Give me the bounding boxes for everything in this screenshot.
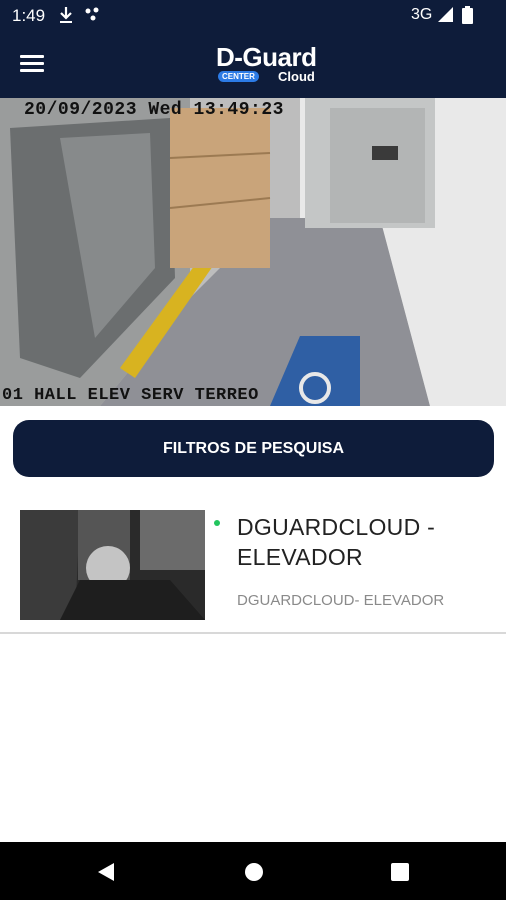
camera-osd-label: 01 HALL ELEV SERV TERREO [2,386,259,405]
status-bar: 1:49 3G [0,0,506,32]
system-nav-bar [0,842,506,900]
search-filters-button[interactable]: FILTROS DE PESQUISA [13,420,494,477]
signal-icon [437,6,454,28]
status-time: 1:49 [12,6,46,25]
hamburger-menu-icon[interactable] [20,52,50,78]
notification-dots-icon [84,6,102,29]
battery-icon [462,6,473,29]
logo-cloud-text: Cloud [278,69,315,84]
camera-scene-image [0,98,506,406]
online-status-dot [214,520,220,526]
camera-title: DGUARDCLOUD - ELEVADOR [237,514,436,570]
download-icon [58,6,74,29]
back-icon[interactable] [96,862,116,887]
list-item[interactable]: DGUARDCLOUD - ELEVADOR DGUARDCLOUD- ELEV… [0,498,506,634]
camera-osd-datetime: 20/09/2023 Wed 13:49:23 [24,100,284,120]
camera-live-view[interactable]: 20/09/2023 Wed 13:49:23 01 HALL ELEV SER… [0,98,506,406]
camera-thumbnail [20,510,205,620]
home-icon[interactable] [244,862,264,887]
camera-subtitle: DGUARDCLOUD- ELEVADOR [237,592,445,609]
d-guard-logo: D-Guard CENTER Cloud [212,42,322,88]
recents-icon[interactable] [391,862,409,887]
app-bar: D-Guard CENTER Cloud [0,32,506,98]
logo-center-text: CENTER [218,71,259,82]
network-type: 3G [411,6,433,23]
